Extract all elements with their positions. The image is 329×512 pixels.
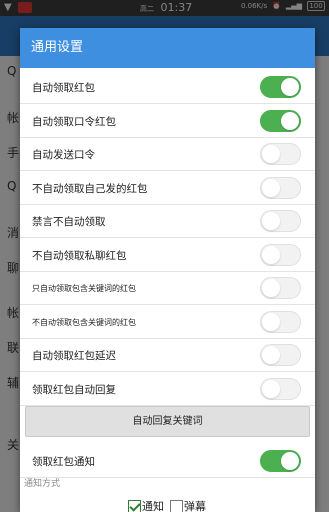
toggle-knob	[262, 279, 280, 297]
setting-label: 自动领取红包	[32, 82, 95, 94]
toggle-switch[interactable]	[260, 143, 301, 165]
dialog-title: 通用设置	[20, 28, 315, 68]
option-label: 弹幕	[184, 500, 206, 512]
auto-reply-keywords-button[interactable]: 自动回复关键词	[25, 406, 310, 437]
toggle-switch[interactable]	[260, 210, 301, 232]
toggle-knob	[281, 78, 299, 96]
setting-label: 自动领取口令红包	[32, 116, 116, 128]
toggle-switch[interactable]	[260, 450, 301, 472]
toggle-knob	[262, 145, 280, 163]
setting-label: 禁言不自动领取	[32, 216, 106, 228]
toggle-knob	[262, 212, 280, 230]
toggle-knob	[262, 313, 280, 331]
setting-row[interactable]: 不自动领取私聊红包	[20, 239, 315, 272]
toggle-switch[interactable]	[260, 378, 301, 400]
toggle-knob	[262, 346, 280, 364]
toggle-knob	[262, 179, 280, 197]
toggle-switch[interactable]	[260, 344, 301, 366]
setting-row[interactable]: 只自动领取包含关键词的红包	[20, 272, 315, 305]
setting-label: 领取红包通知	[32, 456, 95, 468]
setting-row[interactable]: 领取红包自动回复	[20, 373, 315, 406]
setting-row[interactable]: 自动领取红包	[20, 71, 315, 104]
toggle-knob	[281, 452, 299, 470]
setting-label: 只自动领取包含关键词的红包	[32, 284, 136, 293]
toggle-switch[interactable]	[260, 277, 301, 299]
general-settings-dialog: 通用设置 自动领取红包自动领取口令红包 自动发送口令不自动领取自己发的红包 禁言不自…	[20, 28, 315, 512]
notify-method-options: 通知 弹幕	[128, 498, 206, 512]
setting-row[interactable]: 自动领取红包延迟	[20, 339, 315, 372]
setting-row[interactable]: 自动领取口令红包	[20, 105, 315, 138]
toggle-switch[interactable]	[260, 311, 301, 333]
toggle-knob	[262, 246, 280, 264]
setting-label: 自动领取红包延迟	[32, 350, 116, 362]
setting-row-notify[interactable]: 领取红包通知	[20, 445, 315, 478]
setting-row[interactable]: 不自动领取自己发的红包	[20, 172, 315, 205]
setting-label: 不自动领取私聊红包	[32, 250, 127, 262]
setting-label: 不自动领取自己发的红包	[32, 183, 148, 195]
option-danmaku[interactable]: 弹幕	[170, 498, 206, 512]
option-notification[interactable]: 通知	[128, 498, 164, 512]
setting-label: 自动发送口令	[32, 149, 95, 161]
checkbox-icon[interactable]	[128, 499, 141, 512]
toggle-switch[interactable]	[260, 244, 301, 266]
setting-label: 不自动领取包含关键词的红包	[32, 318, 136, 327]
setting-row[interactable]: 禁言不自动领取	[20, 205, 315, 238]
setting-label: 领取红包自动回复	[32, 384, 116, 396]
setting-row[interactable]: 不自动领取包含关键词的红包	[20, 306, 315, 339]
checkbox-icon[interactable]	[170, 499, 183, 512]
toggle-knob	[262, 380, 280, 398]
toggle-knob	[281, 112, 299, 130]
toggle-switch[interactable]	[260, 76, 301, 98]
option-label: 通知	[142, 500, 164, 512]
toggle-switch[interactable]	[260, 110, 301, 132]
toggle-switch[interactable]	[260, 177, 301, 199]
notify-method-title: 通知方式	[24, 479, 61, 489]
setting-row[interactable]: 自动发送口令	[20, 138, 315, 171]
